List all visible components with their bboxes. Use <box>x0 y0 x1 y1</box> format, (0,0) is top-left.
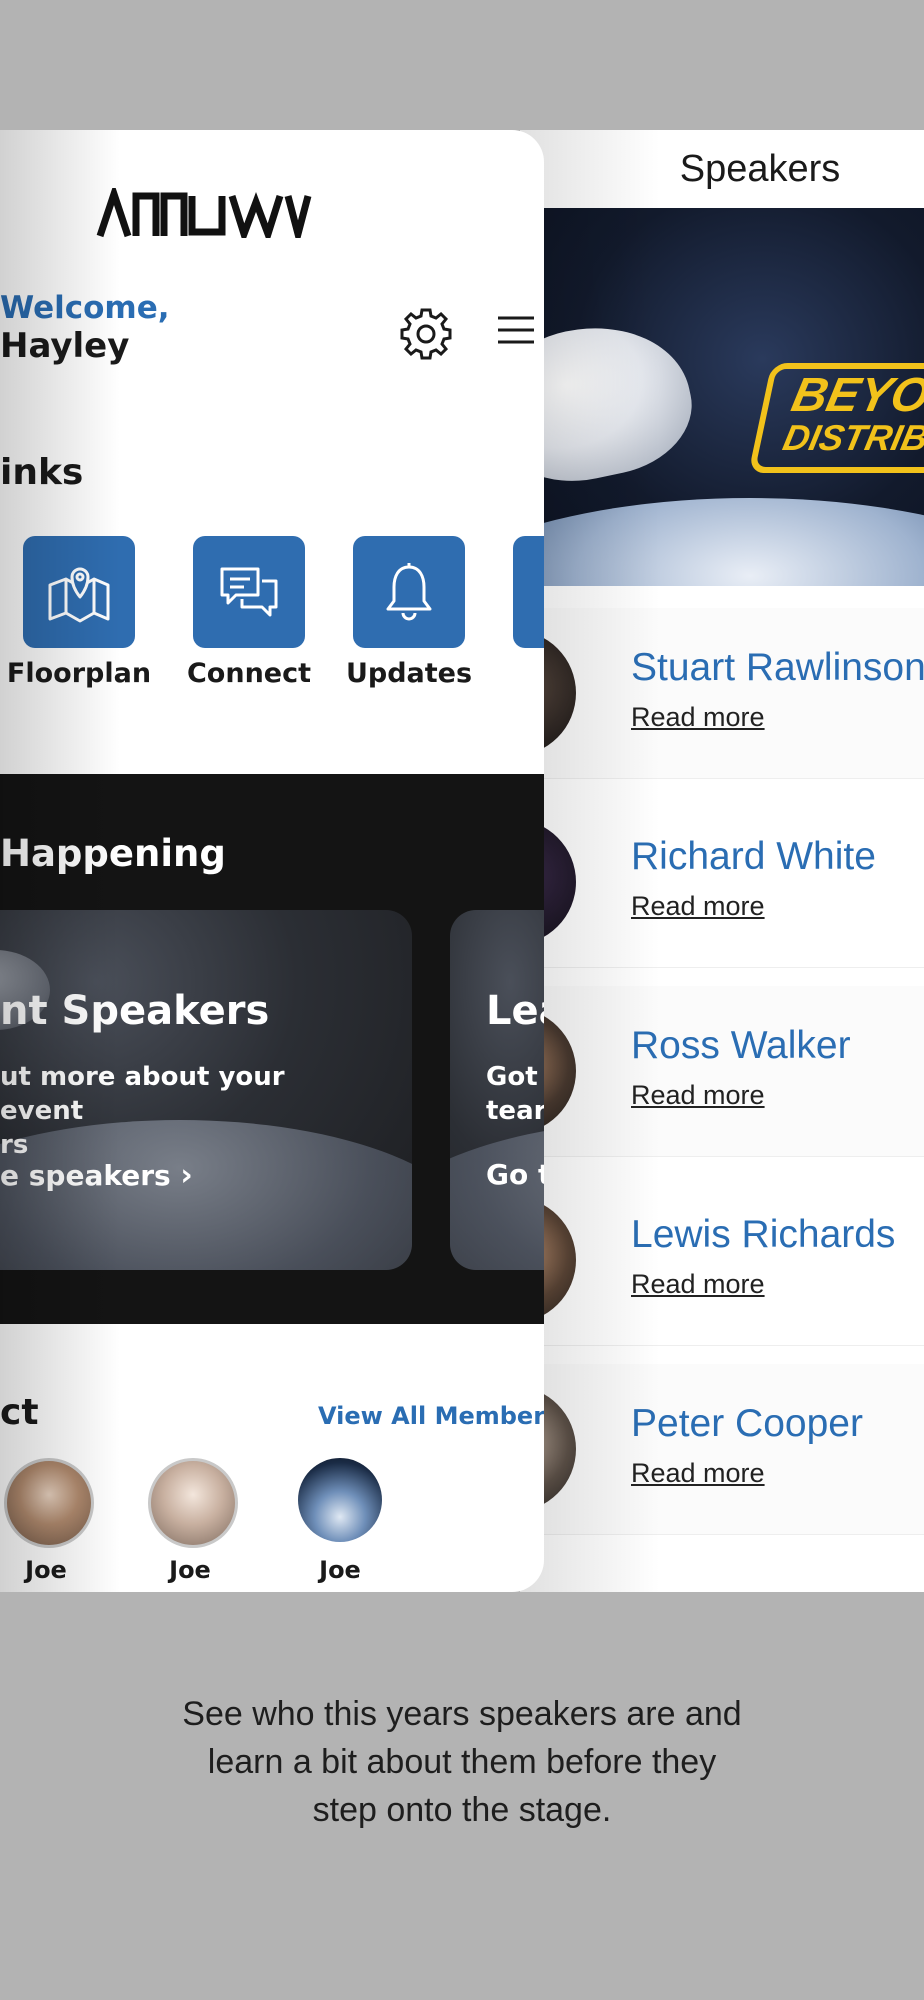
read-more-link[interactable]: Read more <box>631 891 765 922</box>
quick-link-tile[interactable] <box>23 536 135 648</box>
speakers-screen: Speakers BEYO DISTRIB Stuart Rawlinson R… <box>520 130 924 1592</box>
quick-link-label: Floorplan <box>6 658 152 689</box>
quick-link-label: Connect <box>186 658 312 689</box>
event-card-speakers[interactable]: nt Speakers ut more about your event rs … <box>0 910 412 1270</box>
earth-graphic <box>520 498 924 586</box>
event-card-description: ut more about your event rs <box>0 1062 285 1160</box>
happening-section: Happening nt Speakers ut more about your… <box>0 774 544 1324</box>
notes-icon <box>534 557 544 627</box>
speaker-name[interactable]: Ross Walker <box>631 1024 851 1068</box>
speaker-name[interactable]: Stuart Rawlinson <box>631 646 924 690</box>
quick-link-tile[interactable] <box>513 536 544 648</box>
event-card-link[interactable]: e speakers › <box>0 1158 193 1193</box>
speaker-list: Stuart Rawlinson Read more Richard White… <box>520 608 924 1553</box>
chevron-right-icon: › <box>180 1158 193 1193</box>
member-item[interactable]: Joe <box>130 1458 250 1588</box>
member-name: Joe <box>319 1556 361 1584</box>
read-more-link[interactable]: Read more <box>631 1458 765 1489</box>
quick-link-connect[interactable]: Connect <box>164 536 334 696</box>
map-icon <box>48 567 110 623</box>
quick-links-heading: inks <box>0 452 84 493</box>
member-item[interactable]: Joe <box>280 1458 400 1588</box>
event-card-link-label: e speakers <box>0 1159 171 1192</box>
arrow-logo <box>96 188 312 238</box>
event-card-title: nt Speakers <box>0 988 270 1034</box>
quick-link-tile[interactable] <box>193 536 305 648</box>
view-all-members-link[interactable]: View All Members <box>318 1402 544 1430</box>
read-more-link[interactable]: Read more <box>631 1269 765 1300</box>
avatar <box>298 1458 382 1542</box>
event-card-link[interactable]: Go t <box>486 1158 544 1191</box>
quick-link-notes[interactable]: No <box>484 536 544 696</box>
hamburger-menu-icon[interactable] <box>496 310 536 350</box>
event-logo-line1: BEYO <box>787 369 924 422</box>
avatar <box>4 1458 94 1548</box>
bell-icon <box>386 563 432 621</box>
welcome-text: Welcome, <box>0 290 170 326</box>
avatar <box>148 1458 238 1548</box>
promo-caption: See who this years speakers are and lear… <box>182 1695 742 1829</box>
event-logo: BEYO DISTRIB <box>748 363 924 473</box>
speaker-card[interactable]: Stuart Rawlinson Read more <box>520 608 924 778</box>
quick-link-label: No <box>484 658 544 689</box>
speaker-name[interactable]: Peter Cooper <box>631 1402 863 1446</box>
event-card-learn[interactable]: Lea Got tear Go t <box>450 910 544 1270</box>
happening-heading: Happening <box>0 832 226 875</box>
speaker-name[interactable]: Lewis Richards <box>631 1213 895 1257</box>
speaker-card[interactable]: Peter Cooper Read more <box>520 1364 924 1534</box>
quick-link-label: Updates <box>345 658 473 689</box>
speaker-card[interactable]: Ross Walker Read more <box>520 986 924 1156</box>
quick-link-updates[interactable]: Updates <box>324 536 494 696</box>
member-item[interactable]: Joe <box>0 1458 106 1588</box>
earth-graphic <box>450 1120 544 1270</box>
chat-icon <box>220 567 278 617</box>
space-capsule-graphic <box>520 308 704 498</box>
member-name: Joe <box>169 1556 211 1584</box>
user-name: Hayley <box>0 326 130 366</box>
speakers-banner-image: BEYO DISTRIB <box>520 208 924 586</box>
gear-icon[interactable] <box>398 306 454 362</box>
member-name: Joe <box>25 1556 67 1584</box>
speaker-name[interactable]: Richard White <box>631 835 876 879</box>
read-more-link[interactable]: Read more <box>631 702 765 733</box>
read-more-link[interactable]: Read more <box>631 1080 765 1111</box>
event-logo-line2: DISTRIB <box>779 417 924 458</box>
quick-link-tile[interactable] <box>353 536 465 648</box>
event-card-title: Lea <box>486 988 544 1034</box>
connect-heading: ct <box>0 1392 39 1433</box>
speakers-page-title: Speakers <box>679 147 841 190</box>
speaker-card[interactable]: Lewis Richards Read more <box>520 1175 924 1345</box>
event-card-description: Got tear <box>486 1062 544 1126</box>
speaker-card[interactable]: Richard White Read more <box>520 797 924 967</box>
quick-link-floorplan[interactable]: Floorplan <box>0 536 164 696</box>
home-screen: Welcome, Hayley inks Floorplan Connect U… <box>0 130 544 1592</box>
